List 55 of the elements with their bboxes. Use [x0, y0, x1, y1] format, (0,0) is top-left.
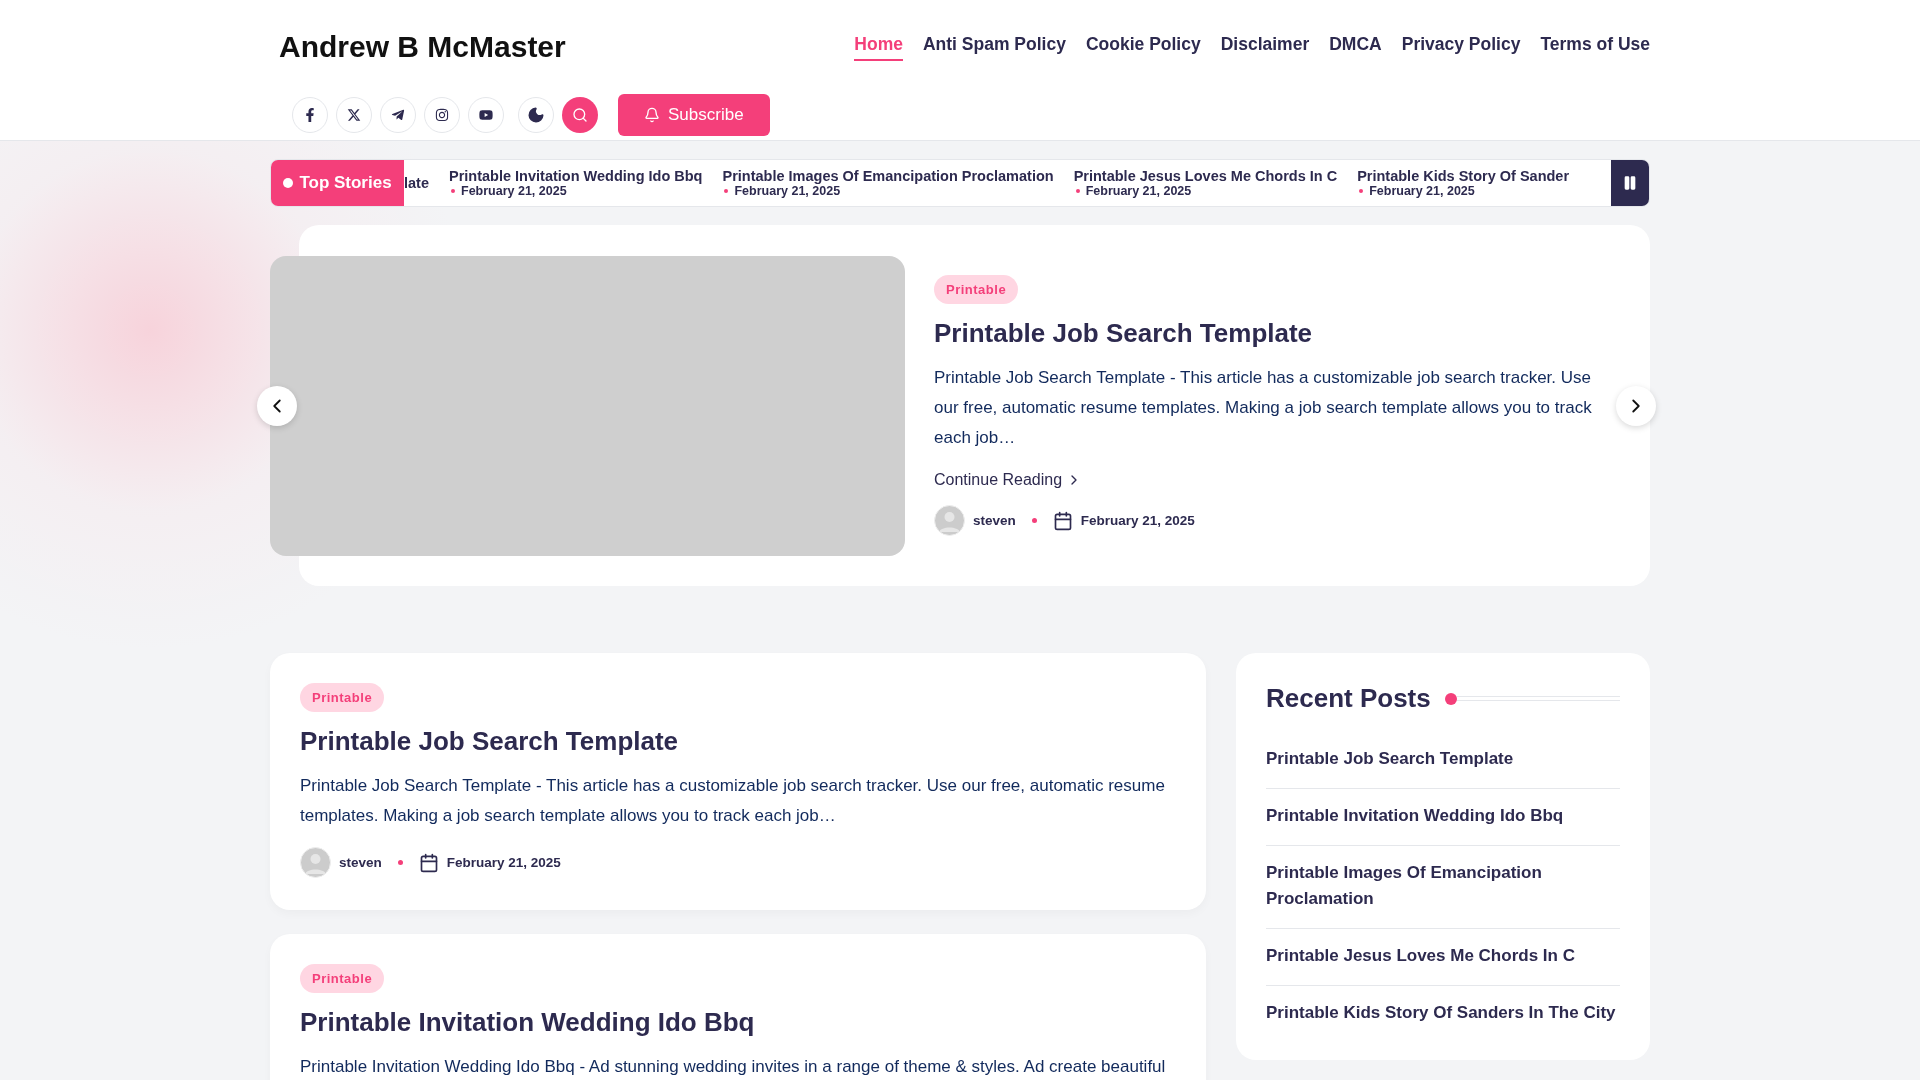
search-icon[interactable]: [562, 97, 598, 133]
nav-link[interactable]: Cookie Policy: [1085, 33, 1201, 61]
post-title[interactable]: Printable Job Search Template: [300, 726, 1176, 757]
x-icon[interactable]: [336, 97, 372, 133]
site-title[interactable]: Andrew B McMaster: [279, 30, 566, 64]
nav-link[interactable]: Privacy Policy: [1401, 33, 1521, 61]
previous-button[interactable]: [257, 385, 297, 426]
author-link[interactable]: steven: [973, 513, 1016, 528]
recent-post-link[interactable]: Printable Kids Story Of Sanders In The City: [1266, 986, 1620, 1042]
ticker-title[interactable]: Printable Kids Story Of Sander: [1357, 168, 1570, 184]
facebook-icon[interactable]: [292, 97, 328, 133]
ticker-date: February 21, 2025: [1357, 184, 1570, 198]
telegram-icon[interactable]: [380, 97, 416, 133]
dark-mode-icon[interactable]: [518, 97, 554, 133]
post-excerpt: Printable Job Search Template - This article has a customizable job search tracker. Use our free, automatic resume templates. Making a job search template allows you to track each job…: [300, 775, 1166, 827]
avatar-icon: [300, 847, 331, 878]
ticker-date: February 21, 2025: [722, 184, 1054, 198]
nav-link[interactable]: DMCA: [1329, 33, 1382, 61]
nav-link[interactable]: Anti Spam Policy: [922, 33, 1066, 61]
post-title[interactable]: Printable Invitation Wedding Ido Bbq: [300, 1007, 1176, 1038]
pause-button[interactable]: [1611, 160, 1649, 206]
author-link[interactable]: steven: [339, 855, 382, 870]
post-date: February 21, 2025: [446, 855, 561, 870]
youtube-icon[interactable]: [468, 97, 504, 133]
ticker-title[interactable]: Printable Jesus Loves Me Chords In C: [1073, 168, 1338, 184]
post-excerpt: Printable Job Search Template - This article has a customizable job search tracker. Use our free, automatic resume templates. Making a job search template allows you to track each job…: [934, 367, 1593, 449]
nav-link[interactable]: Terms of Use: [1540, 33, 1650, 61]
bell-icon: [644, 107, 660, 123]
post-date: February 21, 2025: [1080, 513, 1195, 528]
nav-link[interactable]: Disclaimer: [1220, 33, 1310, 61]
ticker-title[interactable]: Printable Invitation Wedding Ido Bbq: [449, 168, 703, 184]
continue-reading-link[interactable]: Continue Reading: [934, 471, 1083, 489]
avatar-icon: [934, 505, 965, 536]
recent-post-link[interactable]: Printable Invitation Wedding Ido Bbq: [1266, 789, 1620, 846]
next-button[interactable]: [1616, 385, 1656, 426]
post-excerpt: Printable Invitation Wedding Ido Bbq - Ad stunning wedding invites in a range of theme & styles. Ad create beautiful: [300, 1056, 1167, 1078]
recent-post-link[interactable]: Printable Jesus Loves Me Chords In C: [1266, 929, 1620, 986]
subscribe-button[interactable]: Subscribe: [618, 94, 770, 136]
separator-dot: [1031, 518, 1037, 523]
ticker-title[interactable]: late: [404, 175, 429, 191]
nav-link[interactable]: Home: [854, 33, 903, 61]
recent-post-link[interactable]: Printable Job Search Template: [1266, 732, 1620, 789]
pause-icon: [1622, 175, 1638, 191]
post-title[interactable]: Printable Job Search Template: [934, 318, 1614, 349]
accent-dot: [1444, 692, 1457, 705]
ticker-date: February 21, 2025: [1073, 184, 1338, 198]
ticker-title[interactable]: Printable Images Of Emancipation Proclamation: [722, 168, 1054, 184]
ticker-date: February 21, 2025: [449, 184, 703, 198]
instagram-icon[interactable]: [424, 97, 460, 133]
separator-dot: [397, 860, 403, 865]
recent-post-link[interactable]: Printable Images Of Emancipation Proclamation: [1266, 846, 1620, 929]
top-stories-label: Top Stories: [271, 160, 404, 206]
calendar-icon: [418, 852, 439, 873]
calendar-icon: [1052, 510, 1073, 531]
widget-title: Recent Posts: [1266, 683, 1431, 714]
